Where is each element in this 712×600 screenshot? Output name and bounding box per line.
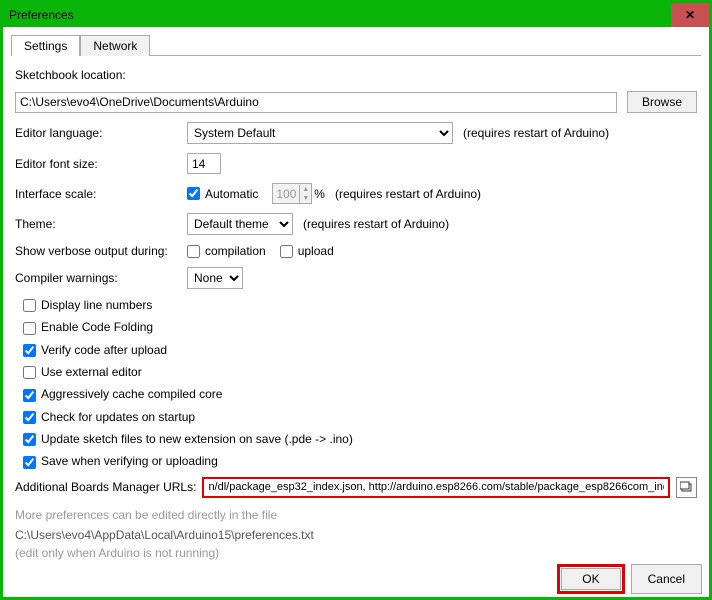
edit-only-hint: (edit only when Arduino is not running): [15, 546, 697, 560]
save-when-verifying-checkbox[interactable]: Save when verifying or uploading: [23, 454, 218, 468]
verbose-upload-checkbox[interactable]: upload: [280, 244, 334, 258]
window-title: Preferences: [9, 8, 74, 22]
display-line-numbers-checkbox[interactable]: Display line numbers: [23, 298, 152, 312]
spin-down-icon[interactable]: ▼: [300, 194, 311, 203]
close-icon: ✕: [685, 8, 695, 22]
sketchbook-label: Sketchbook location:: [15, 68, 126, 82]
theme-label: Theme:: [15, 217, 187, 231]
dialog-footer: OK Cancel: [557, 564, 702, 594]
compiler-warnings-select[interactable]: None: [187, 267, 243, 289]
open-urls-dialog-button[interactable]: [676, 477, 697, 498]
interface-scale-label: Interface scale:: [15, 187, 187, 201]
use-external-editor-checkbox[interactable]: Use external editor: [23, 365, 142, 379]
editor-language-select[interactable]: System Default: [187, 122, 453, 144]
additional-boards-label: Additional Boards Manager URLs:: [15, 480, 196, 494]
tab-settings[interactable]: Settings: [11, 35, 80, 56]
editor-font-size-label: Editor font size:: [15, 157, 187, 171]
automatic-scale-text: Automatic: [205, 187, 258, 201]
check-updates-text: Check for updates on startup: [41, 410, 195, 424]
ok-button[interactable]: OK: [561, 568, 620, 590]
sketchbook-location-input[interactable]: [15, 92, 617, 113]
tab-settings-label: Settings: [24, 39, 67, 53]
scale-spinner[interactable]: ▲▼: [272, 183, 312, 204]
verbose-compilation-checkbox[interactable]: compilation: [187, 244, 266, 258]
cancel-button[interactable]: Cancel: [631, 564, 702, 594]
editor-language-note: (requires restart of Arduino): [463, 126, 609, 140]
spin-up-icon[interactable]: ▲: [300, 185, 311, 194]
interface-scale-note: (requires restart of Arduino): [335, 187, 481, 201]
display-line-numbers-text: Display line numbers: [41, 298, 152, 312]
editor-font-size-input[interactable]: [187, 153, 221, 174]
tab-network[interactable]: Network: [80, 35, 150, 56]
browse-button[interactable]: Browse: [627, 91, 697, 113]
compiler-warnings-label: Compiler warnings:: [15, 271, 187, 285]
verify-code-after-upload-text: Verify code after upload: [41, 343, 167, 357]
settings-panel: Sketchbook location: Browse Editor langu…: [3, 56, 709, 568]
verify-code-after-upload-checkbox[interactable]: Verify code after upload: [23, 343, 167, 357]
use-external-editor-text: Use external editor: [41, 365, 142, 379]
more-preferences-hint: More preferences can be edited directly …: [15, 508, 697, 522]
aggressively-cache-text: Aggressively cache compiled core: [41, 387, 222, 401]
theme-select[interactable]: Default theme: [187, 213, 293, 235]
theme-note: (requires restart of Arduino): [303, 217, 449, 231]
preferences-file-path[interactable]: C:\Users\evo4\AppData\Local\Arduino15\pr…: [15, 528, 697, 542]
enable-code-folding-text: Enable Code Folding: [41, 320, 153, 334]
titlebar: Preferences ✕: [3, 3, 709, 27]
tab-bar: Settings Network: [3, 27, 709, 55]
check-updates-checkbox[interactable]: Check for updates on startup: [23, 410, 195, 424]
automatic-scale-checkbox[interactable]: Automatic: [187, 187, 258, 201]
scale-percent: %: [314, 187, 325, 201]
tab-network-label: Network: [93, 39, 137, 53]
verbose-upload-text: upload: [298, 244, 334, 258]
save-when-verifying-text: Save when verifying or uploading: [41, 454, 218, 468]
editor-language-label: Editor language:: [15, 126, 187, 140]
update-sketch-extension-text: Update sketch files to new extension on …: [41, 432, 353, 446]
aggressively-cache-checkbox[interactable]: Aggressively cache compiled core: [23, 387, 222, 401]
window-icon: [680, 481, 693, 493]
enable-code-folding-checkbox[interactable]: Enable Code Folding: [23, 320, 153, 334]
scale-value-input[interactable]: [273, 184, 299, 203]
update-sketch-extension-checkbox[interactable]: Update sketch files to new extension on …: [23, 432, 353, 446]
verbose-label: Show verbose output during:: [15, 244, 187, 258]
close-button[interactable]: ✕: [671, 3, 709, 27]
verbose-compilation-text: compilation: [205, 244, 266, 258]
additional-boards-urls-input[interactable]: [202, 477, 670, 498]
